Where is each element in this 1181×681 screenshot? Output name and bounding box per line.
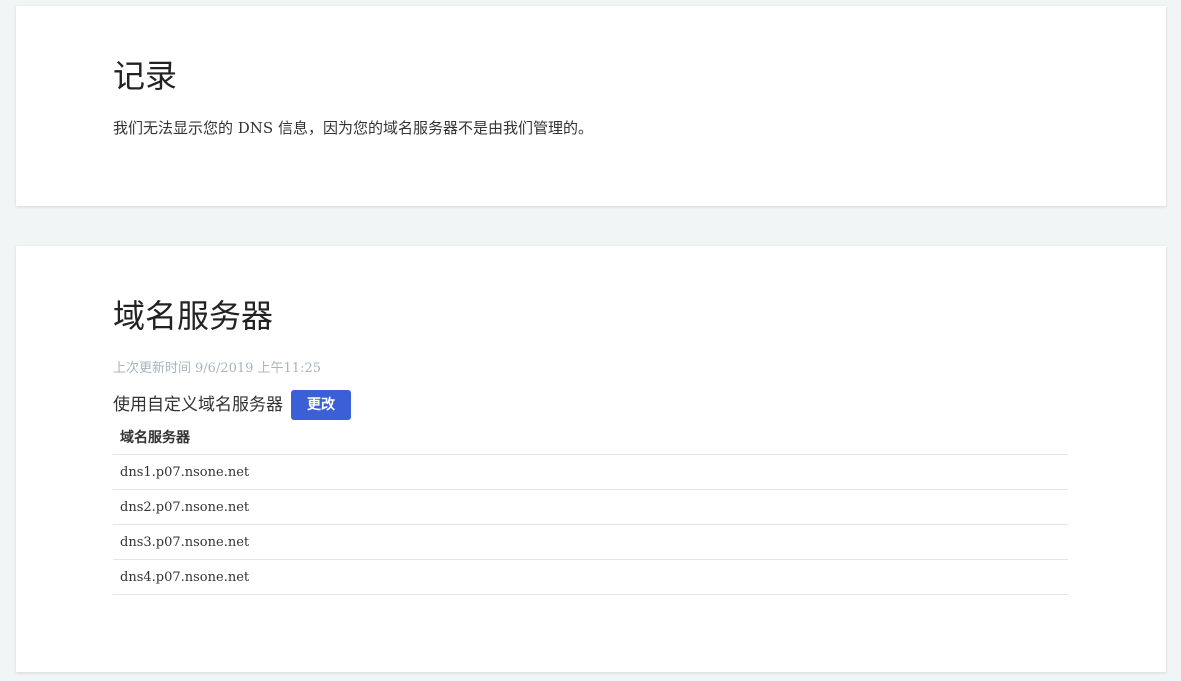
records-card: 记录 我们无法显示您的 DNS 信息，因为您的域名服务器不是由我们管理的。 xyxy=(16,6,1166,206)
table-row: dns4.p07.nsone.net xyxy=(113,559,1068,595)
nameserver-cell: dns2.p07.nsone.net xyxy=(113,489,1068,525)
last-updated-text: 上次更新时间 9/6/2019 上午11:25 xyxy=(113,359,325,379)
records-description: 我们无法显示您的 DNS 信息，因为您的域名服务器不是由我们管理的。 xyxy=(113,119,593,137)
nameserver-cell: dns1.p07.nsone.net xyxy=(113,454,1068,490)
last-updated-label: 上次更新时间 xyxy=(113,361,192,376)
custom-nameserver-label: 使用自定义域名服务器 xyxy=(113,395,283,415)
nameserver-cell: dns4.p07.nsone.net xyxy=(113,559,1068,595)
last-updated-value: 9/6/2019 上午11:25 xyxy=(195,361,321,376)
table-header-nameserver: 域名服务器 xyxy=(113,420,1068,455)
nameserver-cell: dns3.p07.nsone.net xyxy=(113,524,1068,560)
table-row: dns2.p07.nsone.net xyxy=(113,489,1068,525)
table-row: dns1.p07.nsone.net xyxy=(113,454,1068,490)
table-row: dns3.p07.nsone.net xyxy=(113,524,1068,560)
nameservers-table: 域名服务器 dns1.p07.nsone.net dns2.p07.nsone.… xyxy=(113,420,1068,595)
nameservers-card: 域名服务器 上次更新时间 9/6/2019 上午11:25 使用自定义域名服务器 … xyxy=(16,246,1166,672)
nameservers-title: 域名服务器 xyxy=(113,297,274,335)
change-nameservers-button[interactable]: 更改 xyxy=(291,390,351,420)
records-title: 记录 xyxy=(113,57,178,95)
table-header-row: 域名服务器 xyxy=(113,420,1068,455)
custom-nameserver-row: 使用自定义域名服务器 更改 xyxy=(113,390,351,420)
